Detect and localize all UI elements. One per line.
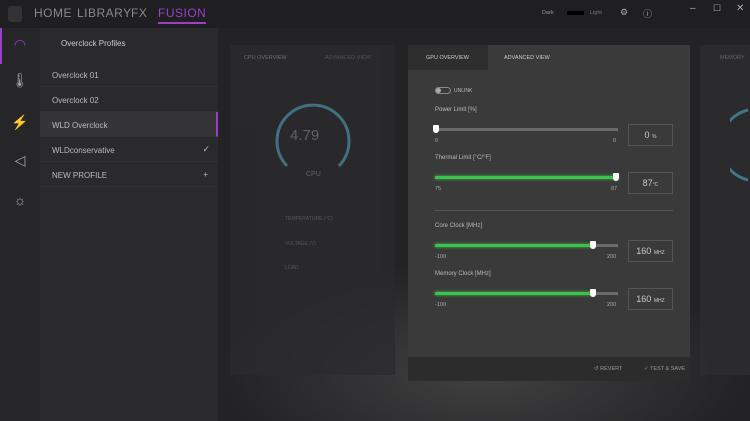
cpu-stat-temperature: TEMPERATURE (°C) bbox=[285, 216, 333, 222]
thermal-limit-slider[interactable] bbox=[435, 176, 618, 179]
core-clock-label: Core Clock [MHz] bbox=[435, 223, 483, 229]
profile-item-selected[interactable]: WLD Overclock bbox=[40, 112, 218, 137]
logo-icon bbox=[8, 6, 22, 22]
core-clock-fill bbox=[435, 244, 593, 247]
tab-cpu-overview[interactable]: CPU OVERVIEW bbox=[244, 45, 287, 70]
tab-label: ADVANCED VIEW bbox=[504, 55, 550, 61]
action-bar: ↺ REVERT ✓ TEST & SAVE bbox=[408, 357, 690, 381]
thermal-limit-thumb[interactable] bbox=[613, 173, 619, 181]
maximize-icon[interactable]: ☐ bbox=[713, 3, 721, 14]
value: 160 bbox=[636, 294, 652, 304]
power-limit-thumb[interactable] bbox=[433, 125, 439, 133]
profile-item[interactable]: Overclock 02 bbox=[40, 87, 218, 112]
nav-home[interactable]: HOME bbox=[34, 6, 72, 20]
power-limit-value[interactable]: 0 % bbox=[628, 124, 673, 146]
theme-toggle[interactable] bbox=[567, 11, 584, 15]
plus-icon: + bbox=[203, 170, 208, 179]
nav-library[interactable]: LIBRARY bbox=[77, 6, 132, 20]
power-max: 0 bbox=[613, 138, 617, 144]
profile-label: Overclock 01 bbox=[52, 71, 99, 80]
value: 160 bbox=[636, 246, 652, 256]
side-rail: ◠ 🌡 ⚡ ◁ ☼ bbox=[0, 28, 40, 421]
memory-clock-thumb[interactable] bbox=[590, 289, 596, 297]
cpu-gauge-value: 4.79 bbox=[290, 127, 320, 144]
power-min: 0 bbox=[435, 138, 439, 144]
new-profile-button[interactable]: NEW PROFILE + bbox=[40, 162, 218, 187]
cpu-panel: CPU OVERVIEW ADVANCED VIEW 4.79 CPU TEMP… bbox=[230, 45, 395, 375]
revert-label: REVERT bbox=[600, 366, 623, 372]
brightness-icon[interactable]: ☼ bbox=[10, 192, 30, 212]
memory-clock-fill bbox=[435, 292, 593, 295]
thermal-limit-label: Thermal Limit [°C/°F] bbox=[435, 155, 491, 161]
memory-max: 200 bbox=[607, 302, 617, 308]
theme-dark-label: Dark bbox=[542, 10, 554, 16]
thermal-min: 75 bbox=[435, 186, 442, 192]
revert-button[interactable]: ↺ REVERT bbox=[594, 366, 622, 372]
gpu-panel: GPU OVERVIEW ADVANCED VIEW UNLINK Power … bbox=[408, 45, 690, 357]
tab-label: GPU OVERVIEW bbox=[426, 55, 469, 61]
unit: MHZ bbox=[653, 250, 665, 256]
thermal-limit-value[interactable]: 87°C bbox=[628, 172, 673, 194]
save-label: TEST & SAVE bbox=[650, 366, 685, 372]
fan-plug-icon[interactable]: ⚡ bbox=[10, 114, 30, 134]
close-icon[interactable]: ✕ bbox=[736, 3, 744, 14]
nav-fusion[interactable]: FUSION bbox=[158, 6, 207, 24]
tab-gpu-overview[interactable]: GPU OVERVIEW bbox=[408, 45, 488, 70]
memory-clock-label: Memory Clock [MHz] bbox=[435, 271, 491, 277]
memory-panel: MEMORY bbox=[700, 45, 750, 375]
memory-min: -100 bbox=[435, 302, 447, 308]
minimize-icon[interactable]: – bbox=[690, 3, 696, 14]
profile-label: Overclock 02 bbox=[52, 96, 99, 105]
nav-fx[interactable]: FX bbox=[131, 6, 147, 20]
tab-memory-overview[interactable]: MEMORY bbox=[720, 45, 745, 70]
core-clock-value[interactable]: 160 MHZ bbox=[628, 240, 673, 262]
cpu-gauge-label: CPU bbox=[306, 171, 321, 178]
thermometer-icon[interactable]: 🌡 bbox=[10, 72, 30, 92]
power-limit-label: Power Limit [%] bbox=[435, 107, 477, 113]
value: 87 bbox=[642, 178, 653, 188]
value: 0 bbox=[644, 130, 650, 140]
profile-label: WLD Overclock bbox=[52, 121, 108, 130]
cpu-stat-load: LOAD bbox=[285, 265, 299, 271]
cpu-stat-voltage: VOLTAGE (V) bbox=[285, 241, 316, 247]
help-icon[interactable]: ⓘ bbox=[643, 7, 652, 20]
power-limit-slider[interactable] bbox=[435, 128, 618, 131]
overclock-gauge-icon[interactable]: ◠ bbox=[10, 36, 30, 56]
unit: MHZ bbox=[653, 298, 665, 304]
core-max: 200 bbox=[607, 254, 617, 260]
profile-label: WLDconservative bbox=[52, 146, 115, 155]
unit: °C bbox=[652, 182, 659, 188]
profiles-panel: Overclock Profiles Overclock 01 Overcloc… bbox=[40, 28, 218, 421]
divider bbox=[435, 210, 673, 211]
memory-clock-value[interactable]: 160 MHZ bbox=[628, 288, 673, 310]
theme-light-label: Light bbox=[590, 10, 602, 16]
tab-cpu-advanced[interactable]: ADVANCED VIEW bbox=[325, 45, 371, 70]
core-clock-thumb[interactable] bbox=[590, 241, 596, 249]
profile-item[interactable]: WLDconservative ✓ bbox=[40, 137, 218, 162]
top-bar: HOME LIBRARY FX FUSION Dark Light ⚙ ⓘ – … bbox=[0, 0, 750, 28]
memory-gauge bbox=[730, 108, 749, 182]
profile-item[interactable]: Overclock 01 bbox=[40, 62, 218, 87]
unit: % bbox=[652, 134, 657, 140]
new-profile-label: NEW PROFILE bbox=[52, 171, 108, 180]
tab-gpu-advanced[interactable]: ADVANCED VIEW bbox=[504, 45, 550, 70]
checkmark-icon: ✓ bbox=[202, 144, 210, 154]
settings-sliders-icon[interactable]: ⚙ bbox=[620, 7, 628, 18]
test-save-button[interactable]: ✓ TEST & SAVE bbox=[644, 366, 685, 372]
profiles-title: Overclock Profiles bbox=[61, 39, 126, 48]
unlink-label: UNLINK bbox=[454, 88, 473, 94]
core-min: -100 bbox=[435, 254, 447, 260]
speaker-icon[interactable]: ◁ bbox=[10, 152, 30, 172]
thermal-max: 87 bbox=[611, 186, 618, 192]
unlink-toggle[interactable] bbox=[435, 87, 451, 94]
